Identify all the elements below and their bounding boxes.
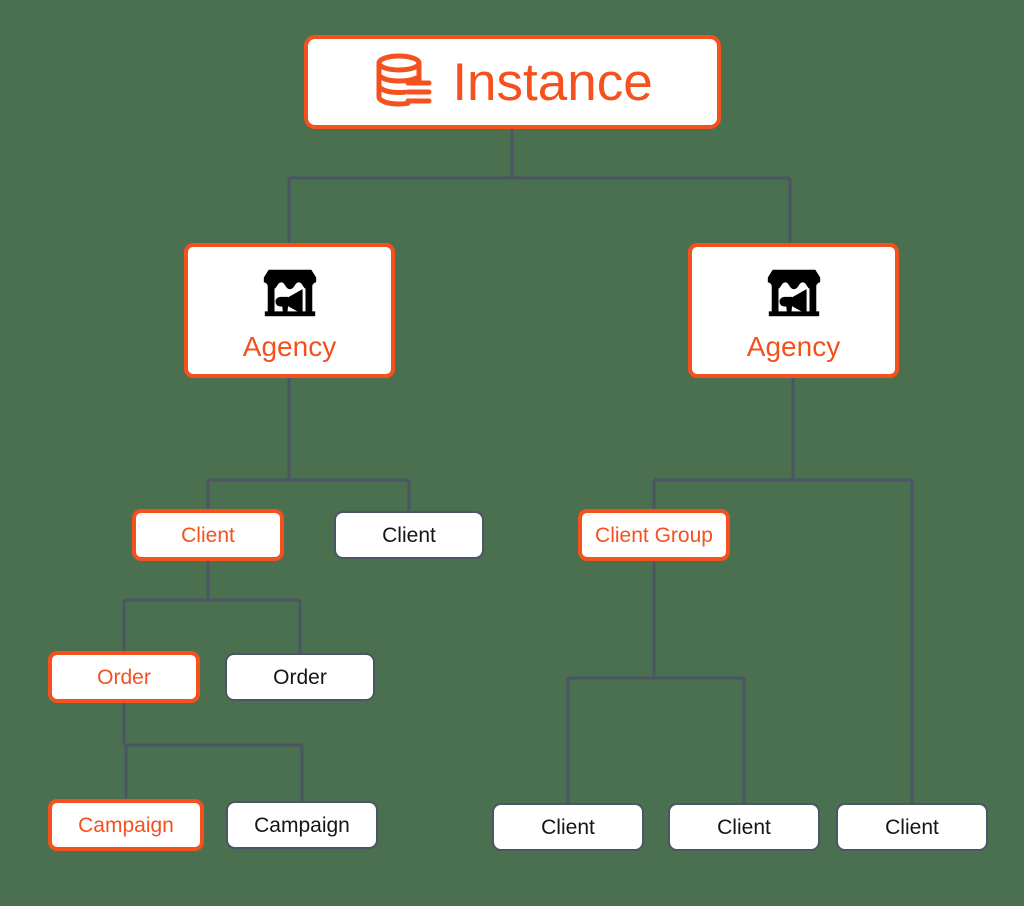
node-client-r2[interactable]: Client xyxy=(668,803,820,851)
node-label: Order xyxy=(273,665,327,689)
node-label: Agency xyxy=(746,330,841,362)
hierarchy-diagram: Instance Agency Agency Client Client Cli… xyxy=(0,0,1024,906)
node-label: Client xyxy=(382,523,436,547)
database-icon xyxy=(372,50,436,114)
node-label: Campaign xyxy=(254,813,350,837)
node-agency-left[interactable]: Agency xyxy=(184,243,395,378)
node-label: Client xyxy=(541,815,595,839)
node-label: Client xyxy=(181,523,235,547)
node-label: Agency xyxy=(242,330,337,362)
node-label: Client xyxy=(885,815,939,839)
node-client-r1[interactable]: Client xyxy=(492,803,644,851)
node-label: Order xyxy=(97,665,151,689)
connector-lines xyxy=(122,129,914,803)
node-order-2[interactable]: Order xyxy=(225,653,375,701)
node-client-l2[interactable]: Client xyxy=(334,511,484,559)
node-order-1[interactable]: Order xyxy=(48,651,200,703)
node-label: Campaign xyxy=(78,813,174,837)
node-instance[interactable]: Instance xyxy=(304,35,721,129)
node-campaign-1[interactable]: Campaign xyxy=(48,799,204,851)
node-client-group[interactable]: Client Group xyxy=(578,509,730,561)
node-client-r3[interactable]: Client xyxy=(836,803,988,851)
node-client-l1[interactable]: Client xyxy=(132,509,284,561)
node-label: Client Group xyxy=(595,523,713,547)
node-campaign-2[interactable]: Campaign xyxy=(226,801,378,849)
node-label: Instance xyxy=(452,52,653,112)
node-label: Client xyxy=(717,815,771,839)
storefront-megaphone-icon xyxy=(259,261,321,323)
storefront-megaphone-icon xyxy=(763,261,825,323)
node-agency-right[interactable]: Agency xyxy=(688,243,899,378)
